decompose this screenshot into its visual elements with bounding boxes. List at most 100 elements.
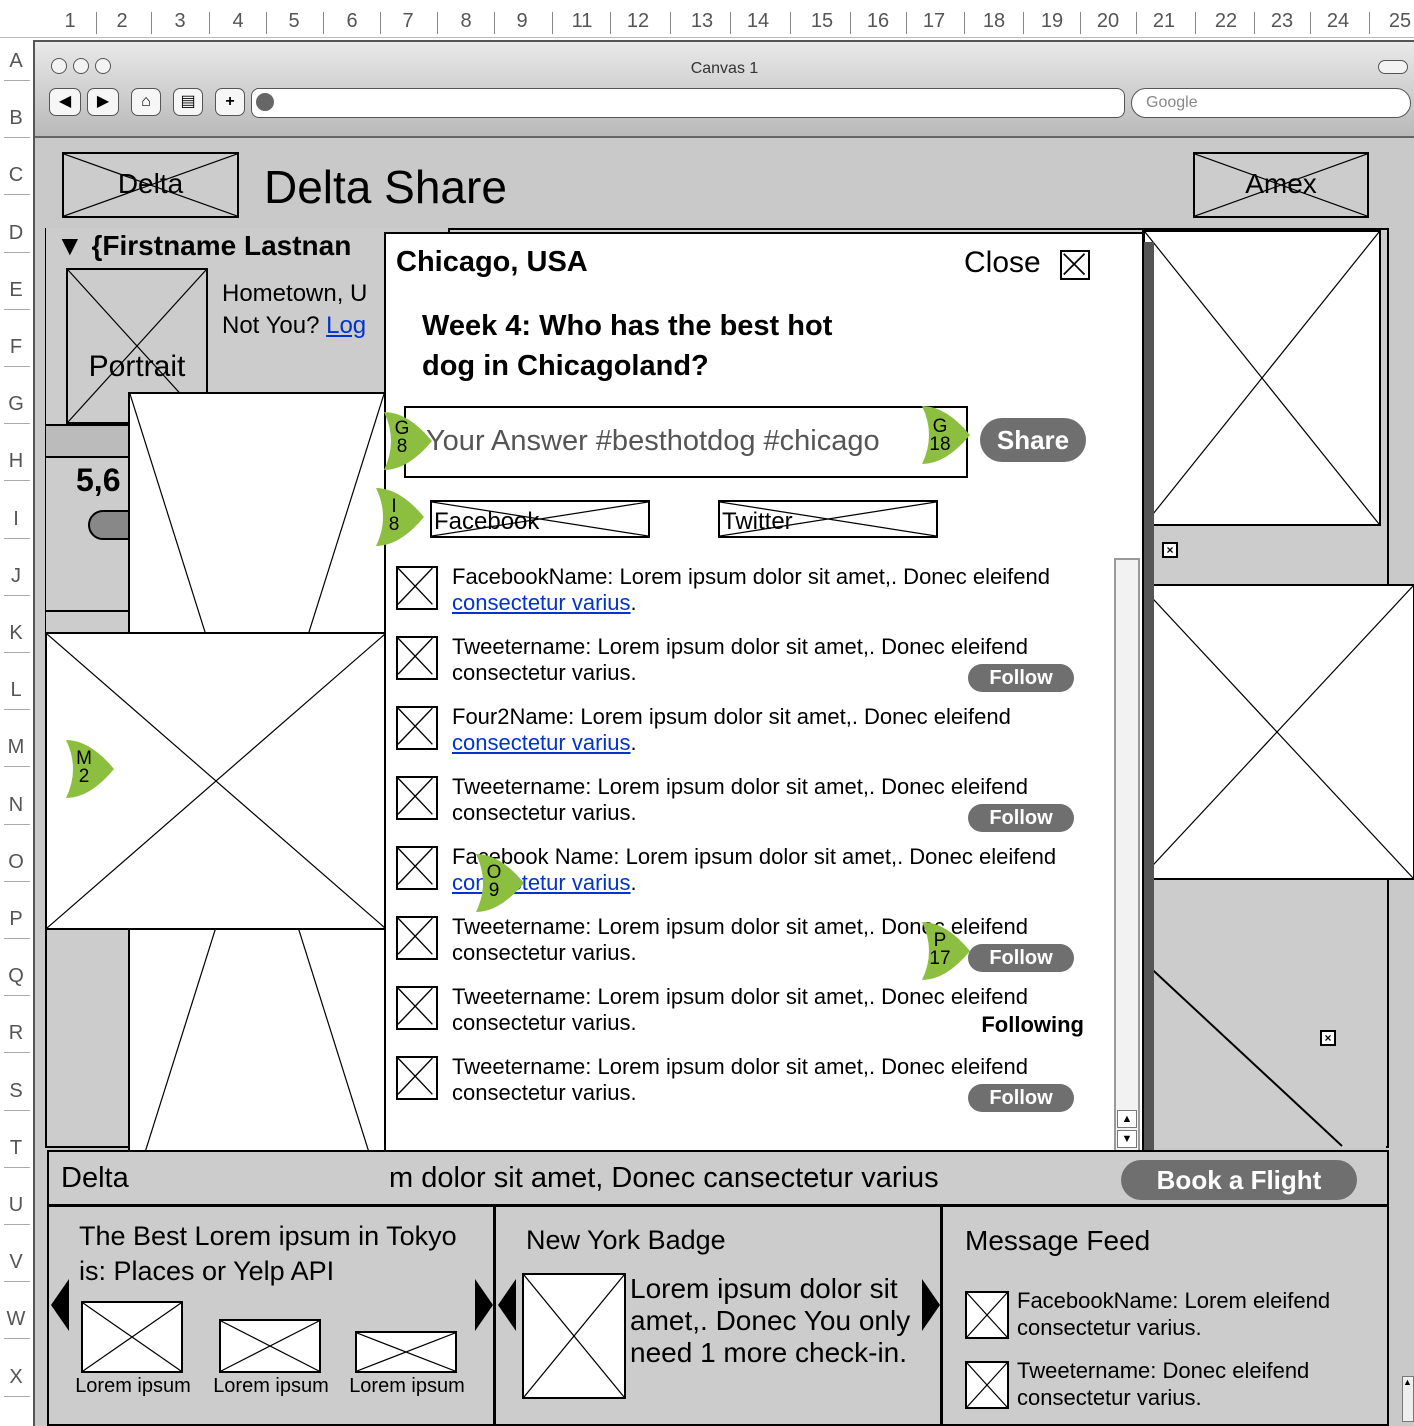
ruler-col-label: 20 bbox=[1096, 10, 1120, 32]
close-small-icon-2[interactable]: × bbox=[1320, 1030, 1336, 1046]
ruler-tick bbox=[4, 766, 30, 768]
window-title: Canvas 1 bbox=[690, 60, 759, 77]
ruler-tick bbox=[4, 1395, 30, 1397]
book-flight-button[interactable]: Book a Flight bbox=[1121, 1160, 1357, 1200]
ruler-col-label: 24 bbox=[1326, 10, 1350, 32]
scroll-up-icon[interactable]: ▲ bbox=[1117, 1110, 1137, 1128]
annotation-g8: G8 bbox=[380, 410, 434, 472]
answer-input[interactable]: Your Answer #besthotdog #chicago bbox=[404, 406, 968, 478]
ruler-row-label: Q bbox=[8, 965, 24, 988]
facebook-button[interactable]: Facebook bbox=[430, 500, 650, 538]
forward-icon[interactable]: ▶ bbox=[87, 88, 119, 116]
ruler-row-label: P bbox=[9, 908, 23, 930]
profile-name[interactable]: ▼ {Firstname Lastnan bbox=[56, 230, 351, 262]
home-icon[interactable]: ⌂ bbox=[131, 88, 161, 116]
feed-item-link[interactable]: consectetur varius bbox=[452, 730, 631, 755]
ruler-row-label: T bbox=[9, 1136, 23, 1159]
ruler-tick bbox=[4, 652, 30, 653]
ruler-tick bbox=[4, 80, 30, 81]
ruler-tick bbox=[4, 251, 30, 253]
search-input[interactable]: Google bbox=[1131, 88, 1411, 118]
place-image[interactable] bbox=[81, 1301, 183, 1373]
follow-button[interactable]: Follow bbox=[968, 1084, 1074, 1112]
add-bookmark-icon[interactable]: + bbox=[215, 88, 245, 116]
ruler-col-label: 23 bbox=[1270, 10, 1294, 32]
badge-prev-icon[interactable] bbox=[498, 1279, 516, 1331]
right-mid-image-placeholder bbox=[1139, 584, 1414, 880]
ticker-bar: Delta m dolor sit amet, Donec cansectetu… bbox=[47, 1150, 1389, 1206]
place-label: Lorem ipsum bbox=[75, 1375, 191, 1397]
ruler-tick bbox=[4, 537, 30, 539]
ruler-tick bbox=[4, 995, 30, 997]
delta-logo[interactable]: Delta bbox=[62, 152, 239, 218]
ruler-row-label: C bbox=[8, 164, 24, 187]
ruler-left: A B C D E F G H I J K L M N O P Q R S T U V W X bbox=[0, 38, 34, 1426]
tokyo-panel: The Best Lorem ipsum in Tokyo is: Places… bbox=[47, 1205, 495, 1426]
badge-next-icon[interactable] bbox=[922, 1279, 940, 1331]
close-icon[interactable] bbox=[1060, 250, 1090, 280]
follow-button[interactable]: Follow bbox=[968, 944, 1074, 972]
feed-item-text: Four2Name: Lorem ipsum dolor sit amet,. … bbox=[452, 704, 1011, 755]
ruler-row-label: X bbox=[9, 1365, 23, 1388]
avatar-icon bbox=[396, 1056, 438, 1100]
ruler-tick bbox=[4, 308, 30, 310]
share-button[interactable]: Share bbox=[980, 418, 1086, 462]
ruler-tick bbox=[4, 709, 30, 711]
message-feed-title: Message Feed bbox=[965, 1225, 1151, 1256]
annotation-i8: I8 bbox=[372, 486, 426, 548]
toolbar-toggle-icon[interactable] bbox=[1378, 60, 1408, 74]
carousel-next-icon[interactable] bbox=[475, 1279, 493, 1331]
ruler-col-label: 4 bbox=[232, 10, 244, 32]
feed-scrollbar[interactable]: ▲ ▼ bbox=[1114, 558, 1140, 1152]
follow-button[interactable]: Follow bbox=[968, 664, 1074, 692]
ruler-tick bbox=[964, 12, 965, 34]
ruler-row-label: R bbox=[8, 1022, 24, 1045]
annotation-o9: O9 bbox=[472, 852, 526, 914]
close-small-icon[interactable]: × bbox=[1162, 542, 1178, 558]
place-image[interactable] bbox=[355, 1331, 457, 1373]
ruler-row-label: S bbox=[9, 1079, 23, 1102]
globe-icon bbox=[256, 93, 274, 111]
ruler-row-label: O bbox=[8, 850, 24, 873]
stat-value: 5,6 bbox=[76, 462, 121, 498]
page-scroll-icon[interactable]: ▲▼ bbox=[1402, 1376, 1414, 1422]
ruler-col-label: 2 bbox=[116, 10, 128, 32]
ruler-tick bbox=[4, 423, 30, 425]
message-avatar-icon bbox=[965, 1291, 1009, 1339]
url-bar[interactable] bbox=[251, 88, 1125, 118]
ruler-tick bbox=[4, 194, 30, 196]
feed-item-text: Facebook Name: Lorem ipsum dolor sit ame… bbox=[452, 844, 1057, 895]
ruler-col-label: 3 bbox=[174, 10, 186, 32]
back-icon[interactable]: ◀ bbox=[49, 88, 81, 116]
scroll-down-icon[interactable]: ▼ bbox=[1117, 1130, 1137, 1148]
ruler-row-label: G bbox=[8, 393, 24, 416]
message-text: FacebookName: Lorem eleifend consectetur… bbox=[1017, 1288, 1331, 1340]
avatar-icon bbox=[396, 636, 438, 680]
feed-item-link[interactable]: consectetur varius bbox=[452, 590, 631, 615]
annotation-m2: M2 bbox=[62, 738, 116, 800]
delta-logo-label: Delta bbox=[117, 168, 184, 199]
close-button[interactable]: Close bbox=[964, 246, 1090, 280]
ruler-tick bbox=[4, 594, 30, 596]
print-icon[interactable]: ▤ bbox=[173, 88, 203, 116]
badge-title: New York Badge bbox=[526, 1225, 726, 1255]
twitter-label: Twitter bbox=[722, 508, 793, 535]
ruler-col-label: 11 bbox=[571, 10, 593, 32]
ruler-col-label: 12 bbox=[626, 10, 650, 32]
logout-link[interactable]: Log bbox=[326, 312, 366, 339]
avatar-icon bbox=[396, 986, 438, 1030]
follow-button[interactable]: Follow bbox=[968, 804, 1074, 832]
place-label: Lorem ipsum bbox=[349, 1375, 465, 1397]
carousel-prev-icon[interactable] bbox=[51, 1279, 69, 1331]
ruler-col-label: 15 bbox=[810, 10, 834, 32]
ruler-row-label: J bbox=[11, 564, 21, 587]
following-status: Following bbox=[981, 1012, 1084, 1037]
ruler-tick bbox=[790, 12, 791, 34]
ruler-tick bbox=[4, 1109, 30, 1111]
feed-item-text: FacebookName: Lorem ipsum dolor sit amet… bbox=[452, 564, 1050, 615]
place-image[interactable] bbox=[219, 1319, 321, 1373]
ruler-col-label: 17 bbox=[922, 10, 946, 32]
twitter-button[interactable]: Twitter bbox=[718, 500, 938, 538]
ruler-col-label: 25 bbox=[1388, 10, 1412, 32]
amex-logo[interactable]: Amex bbox=[1193, 152, 1369, 218]
